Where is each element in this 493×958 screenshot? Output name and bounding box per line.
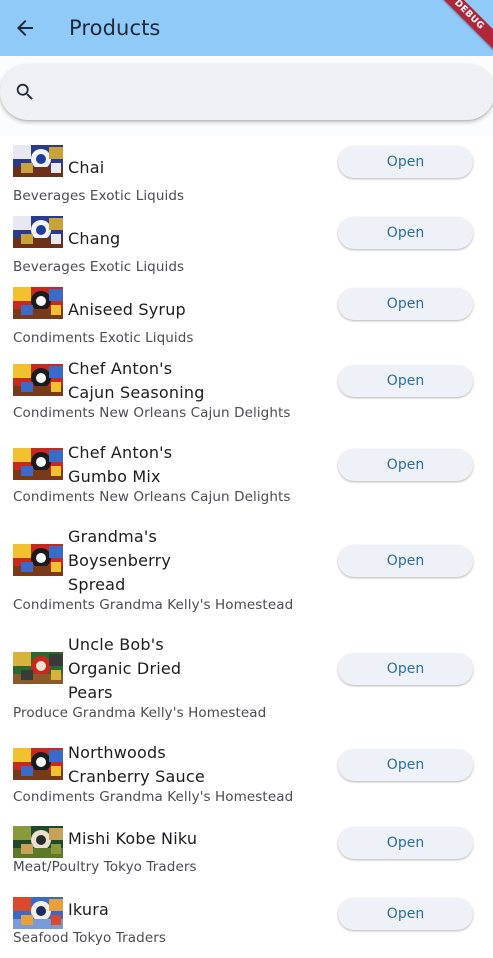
product-name: Chai (68, 158, 105, 177)
search-area (0, 56, 493, 136)
page-title: Products (69, 16, 161, 40)
product-name: Northwoods Cranberry Sauce (68, 743, 205, 786)
back-button[interactable] (0, 0, 50, 56)
product-name: Uncle Bob's Organic Dried Pears (68, 635, 182, 702)
product-name: Ikura (68, 900, 110, 919)
product-name: Chef Anton's Cajun Seasoning (68, 359, 205, 402)
product-category-supplier: Condiments Grandma Kelly's Homestead (13, 597, 294, 613)
product-thumbnail (13, 364, 63, 396)
product-category-supplier: Condiments Exotic Liquids (13, 330, 194, 346)
product-thumbnail (13, 544, 63, 576)
open-button[interactable]: Open (338, 365, 473, 397)
product-name: Aniseed Syrup (68, 300, 186, 319)
app-bar: Products DEBUG (0, 0, 493, 56)
product-thumbnail (13, 897, 63, 929)
product-category-supplier: Produce Grandma Kelly's Homestead (13, 705, 267, 721)
product-category-supplier: Beverages Exotic Liquids (13, 259, 185, 275)
product-name: Grandma's Boysenberry Spread (68, 527, 172, 594)
open-button[interactable]: Open (338, 749, 473, 781)
open-button[interactable]: Open (338, 898, 473, 930)
product-thumbnail (13, 287, 63, 319)
product-category-supplier: Condiments New Orleans Cajun Delights (13, 489, 291, 505)
product-name: Chef Anton's Gumbo Mix (68, 443, 173, 486)
product-thumbnail (13, 448, 63, 480)
search-input[interactable] (50, 64, 493, 120)
product-thumbnail (13, 826, 63, 858)
product-thumbnail (13, 652, 63, 684)
debug-banner-label: DEBUG (452, 0, 486, 32)
product-category-supplier: Meat/Poultry Tokyo Traders (13, 859, 197, 875)
open-button[interactable]: Open (338, 288, 473, 320)
product-name: Chang (68, 229, 121, 248)
product-category-supplier: Condiments Grandma Kelly's Homestead (13, 789, 294, 805)
product-thumbnail (13, 145, 63, 177)
product-category-supplier: Seafood Tokyo Traders (13, 930, 167, 946)
product-thumbnail (13, 216, 63, 248)
open-button[interactable]: Open (338, 146, 473, 178)
open-button[interactable]: Open (338, 545, 473, 577)
open-button[interactable]: Open (338, 449, 473, 481)
arrow-back-icon (17, 20, 33, 36)
open-button[interactable]: Open (338, 827, 473, 859)
product-category-supplier: Beverages Exotic Liquids (13, 188, 185, 204)
debug-banner: DEBUG (428, 0, 493, 56)
open-button[interactable]: Open (338, 217, 473, 249)
product-name: Mishi Kobe Niku (68, 829, 198, 848)
product-thumbnail (13, 748, 63, 780)
open-button[interactable]: Open (338, 653, 473, 685)
product-category-supplier: Condiments New Orleans Cajun Delights (13, 405, 291, 421)
search-bar[interactable] (0, 64, 493, 120)
search-icon (0, 64, 50, 120)
